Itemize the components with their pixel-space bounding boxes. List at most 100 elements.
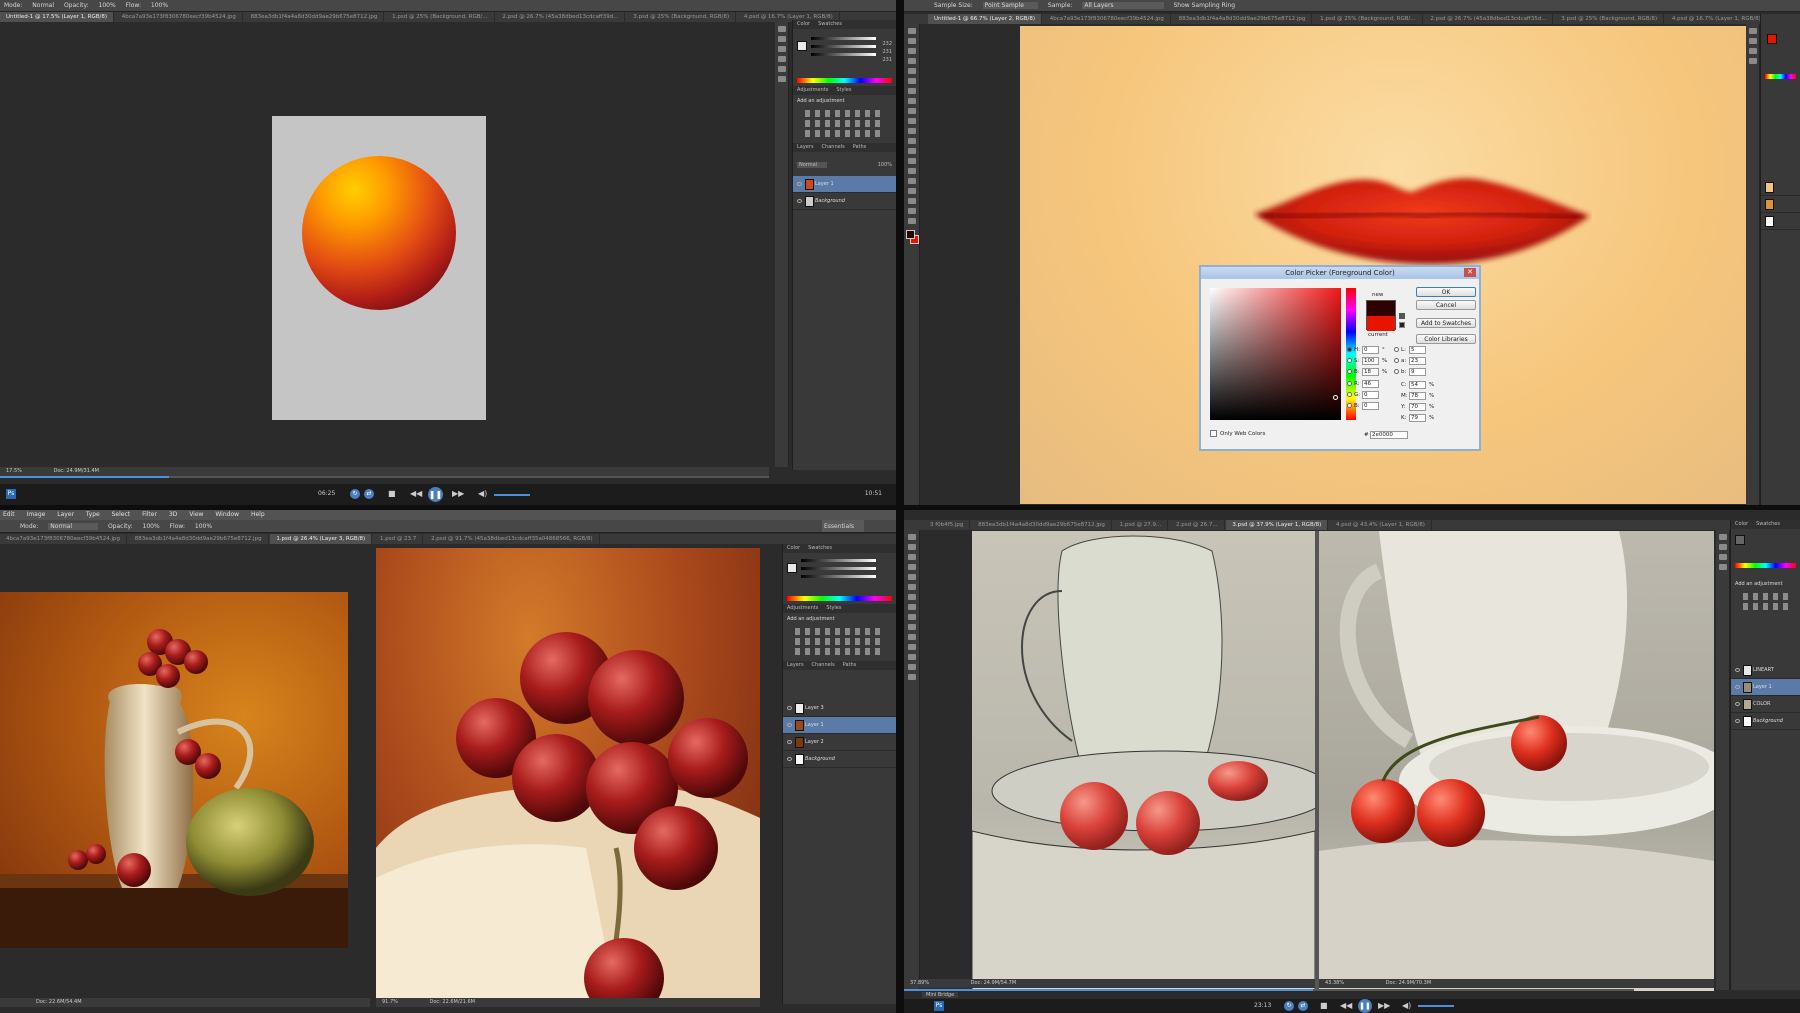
visibility-eye-icon[interactable]	[787, 740, 792, 744]
photoshop-taskbar-icon[interactable]: Ps	[934, 1001, 944, 1011]
close-icon[interactable]: ✕	[1464, 268, 1476, 277]
document-tab[interactable]: Untitled-1 @ 17.5% (Layer 1, RGB/8)	[0, 12, 115, 22]
stamp-tool-icon[interactable]	[907, 614, 916, 620]
layer-row[interactable]: Layer 1	[783, 717, 896, 734]
tab-channels[interactable]: Channels	[822, 144, 845, 150]
tab-swatches[interactable]: Swatches	[808, 545, 832, 551]
document-tab[interactable]: 4bca7a93e173f8306780eecf39b4524.jpg	[0, 534, 128, 544]
g-value[interactable]: 231	[882, 49, 892, 55]
document-tab[interactable]: 2.psd @ 91.7% (45a38dbed13cdcaff35a04868…	[425, 534, 600, 544]
layers-icon[interactable]	[777, 56, 786, 62]
color-spectrum[interactable]	[1735, 563, 1796, 568]
zoom-tool-icon[interactable]	[907, 674, 916, 680]
field-radio[interactable]	[1347, 381, 1352, 386]
visibility-eye-icon[interactable]	[787, 706, 792, 710]
document-tab[interactable]: 2.psd @ 26.7...	[1170, 520, 1225, 530]
history-icon[interactable]	[1748, 28, 1757, 34]
foreground-swatch[interactable]	[797, 41, 807, 51]
history-brush-icon[interactable]	[907, 118, 916, 124]
volume-slider[interactable]	[494, 494, 530, 496]
document-tab[interactable]: 2.psd @ 26.7% (45a38dbed13cdcaff39d...	[496, 12, 626, 22]
workspace-select[interactable]: Essentials	[821, 520, 864, 532]
layer-opacity[interactable]: 100%	[878, 162, 892, 168]
healing-tool-icon[interactable]	[907, 88, 916, 94]
mini-bridge-tab[interactable]: Mini Bridge	[922, 992, 959, 998]
web-safe-icon[interactable]	[1399, 322, 1405, 328]
layer-row[interactable]: Layer 1	[793, 176, 896, 193]
document-tab[interactable]: Untitled-1 @ 66.7% (Layer 2, RGB/8)	[928, 14, 1043, 24]
brush-panel-icon[interactable]	[1748, 48, 1757, 54]
crop-tool-icon[interactable]	[907, 68, 916, 74]
healing-tool-icon[interactable]	[907, 594, 916, 600]
b-value[interactable]: 231	[882, 57, 892, 63]
document-tab[interactable]: 1.psd @ 26.4% (Layer 3, RGB/8)	[270, 534, 373, 544]
sample-size-select[interactable]: Point Sample	[982, 2, 1038, 9]
layer-row[interactable]: COLOR	[1731, 696, 1800, 713]
still-life-painting[interactable]	[0, 592, 348, 948]
still-life-reference-photo[interactable]	[1319, 531, 1714, 991]
lasso-tool-icon[interactable]	[907, 48, 916, 54]
eyedropper-tool-icon[interactable]	[907, 584, 916, 590]
color-spectrum[interactable]	[1765, 74, 1796, 79]
paragraph-icon[interactable]	[777, 76, 786, 82]
mode-select[interactable]: Normal	[48, 523, 99, 530]
quick-select-tool-icon[interactable]	[907, 564, 916, 570]
stop-icon[interactable]: ■	[1320, 999, 1328, 1013]
cancel-button[interactable]: Cancel	[1416, 300, 1476, 310]
document-tab[interactable]: 4bca7a93e173f8306780eecf39b4524.jpg	[116, 12, 243, 22]
tab-swatches[interactable]: Swatches	[1756, 521, 1780, 527]
character-icon[interactable]	[777, 66, 786, 72]
loop-icon[interactable]: ↻	[350, 489, 360, 499]
field-input[interactable]: 46	[1362, 380, 1379, 388]
volume-icon[interactable]: ◀)	[478, 487, 487, 501]
tab-layers[interactable]: Layers	[797, 144, 814, 150]
g-slider[interactable]	[811, 45, 876, 48]
lasso-tool-icon[interactable]	[907, 554, 916, 560]
brush-tool-icon[interactable]	[907, 604, 916, 610]
document-tab[interactable]: 4.psd @ 43.4% (Layer 1, RGB/8)	[1330, 520, 1432, 530]
r-slider[interactable]	[811, 37, 876, 40]
adjustment-icons-row[interactable]	[1743, 593, 1788, 600]
history-icon[interactable]	[777, 26, 786, 32]
tab-paths[interactable]: Paths	[853, 144, 867, 150]
foreground-swatch[interactable]	[1735, 535, 1745, 545]
menu-image[interactable]: Image	[27, 511, 46, 518]
pause-icon[interactable]: ❚❚	[428, 487, 443, 502]
field-input[interactable]: 0	[1362, 402, 1379, 410]
tab-adjustments[interactable]: Adjustments	[797, 87, 828, 93]
field-radio[interactable]	[1394, 358, 1399, 363]
field-input[interactable]: 78	[1409, 392, 1426, 400]
zoom-level[interactable]: 37.89%	[910, 980, 929, 986]
mode-select[interactable]: Normal	[32, 2, 54, 9]
field-input[interactable]: 0	[1362, 346, 1379, 354]
tab-adjustments[interactable]: Adjustments	[787, 605, 818, 611]
sample-select[interactable]: All Layers	[1082, 2, 1164, 9]
visibility-eye-icon[interactable]	[787, 723, 792, 727]
color-libraries-button[interactable]: Color Libraries	[1416, 334, 1476, 344]
document-tab[interactable]: 1.psd @ 27.9...	[1114, 520, 1169, 530]
field-radio[interactable]	[1347, 392, 1352, 397]
field-input[interactable]: 100	[1362, 357, 1379, 365]
document-tab[interactable]: 1.psd @ 25% (Background, RGB/...	[1314, 14, 1423, 24]
r-slider[interactable]	[801, 559, 876, 562]
document-tab[interactable]: 2.psd @ 26.7% (45a38dbed13cdcaff35d...	[1424, 14, 1554, 24]
photoshop-taskbar-icon[interactable]: Ps	[6, 489, 16, 499]
field-radio[interactable]	[1394, 347, 1399, 352]
visibility-eye-icon[interactable]	[787, 757, 792, 761]
saturation-brightness-field[interactable]	[1210, 288, 1341, 420]
menu-3d[interactable]: 3D	[169, 511, 177, 518]
stop-icon[interactable]: ■	[388, 487, 396, 501]
opacity-input[interactable]: 100%	[99, 2, 116, 9]
adjustment-icons-row[interactable]	[805, 130, 884, 137]
pen-tool-icon[interactable]	[907, 644, 916, 650]
flow-input[interactable]: 100%	[195, 523, 212, 530]
zoom-level[interactable]: 17.5%	[6, 468, 22, 474]
field-input[interactable]: 54	[1409, 381, 1426, 389]
move-tool-icon[interactable]	[907, 28, 916, 34]
layer-row[interactable]: Layer 1	[1731, 679, 1800, 696]
field-input[interactable]: 9	[1409, 368, 1426, 376]
quick-select-tool-icon[interactable]	[907, 58, 916, 64]
layer-row[interactable]: Background	[783, 751, 896, 768]
tab-paths[interactable]: Paths	[843, 662, 857, 668]
document-tab[interactable]: 3.psd @ 25% (Background, RGB/8)	[627, 12, 737, 22]
